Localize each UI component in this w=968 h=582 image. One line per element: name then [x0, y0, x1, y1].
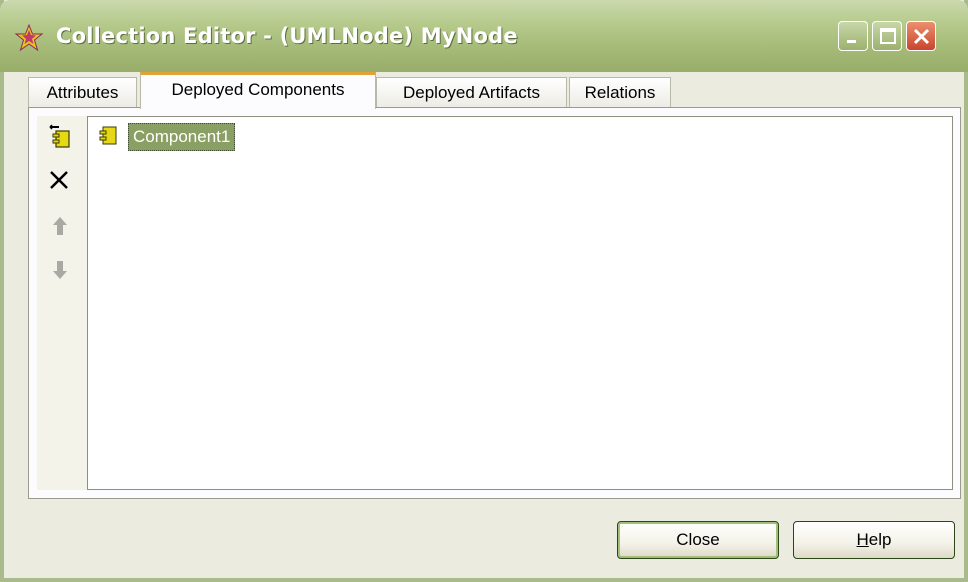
- tab-content-panel: Component1: [28, 107, 961, 499]
- tab-deployed-artifacts[interactable]: Deployed Artifacts: [376, 77, 567, 108]
- tab-deployed-components[interactable]: Deployed Components: [140, 72, 376, 109]
- close-button[interactable]: Close: [617, 521, 779, 559]
- star-icon: [14, 23, 44, 53]
- minimize-button[interactable]: [838, 21, 868, 51]
- vertical-toolbar: [37, 116, 87, 490]
- window-title: Collection Editor - (UMLNode) MyNode: [56, 24, 518, 48]
- collection-editor-window: Collection Editor - (UMLNode) MyNode Att…: [0, 0, 968, 582]
- move-up-icon[interactable]: [47, 214, 73, 240]
- delete-icon[interactable]: [47, 168, 73, 194]
- title-bar[interactable]: Collection Editor - (UMLNode) MyNode: [0, 0, 968, 72]
- component-list[interactable]: Component1: [87, 116, 953, 490]
- move-down-icon[interactable]: [47, 256, 73, 282]
- maximize-button[interactable]: [872, 21, 902, 51]
- tab-attributes[interactable]: Attributes: [28, 77, 137, 108]
- maximize-icon: [880, 28, 896, 44]
- list-item-label: Component1: [128, 123, 236, 151]
- help-label-rest: elp: [868, 530, 892, 549]
- tab-relations[interactable]: Relations: [569, 77, 671, 108]
- add-component-icon[interactable]: [47, 124, 73, 150]
- minimize-icon: [847, 40, 856, 43]
- close-icon: [913, 28, 930, 45]
- component-icon: [98, 126, 118, 146]
- help-mnemonic: H: [856, 530, 869, 549]
- help-button[interactable]: Help: [793, 521, 955, 559]
- close-window-button[interactable]: [906, 21, 936, 51]
